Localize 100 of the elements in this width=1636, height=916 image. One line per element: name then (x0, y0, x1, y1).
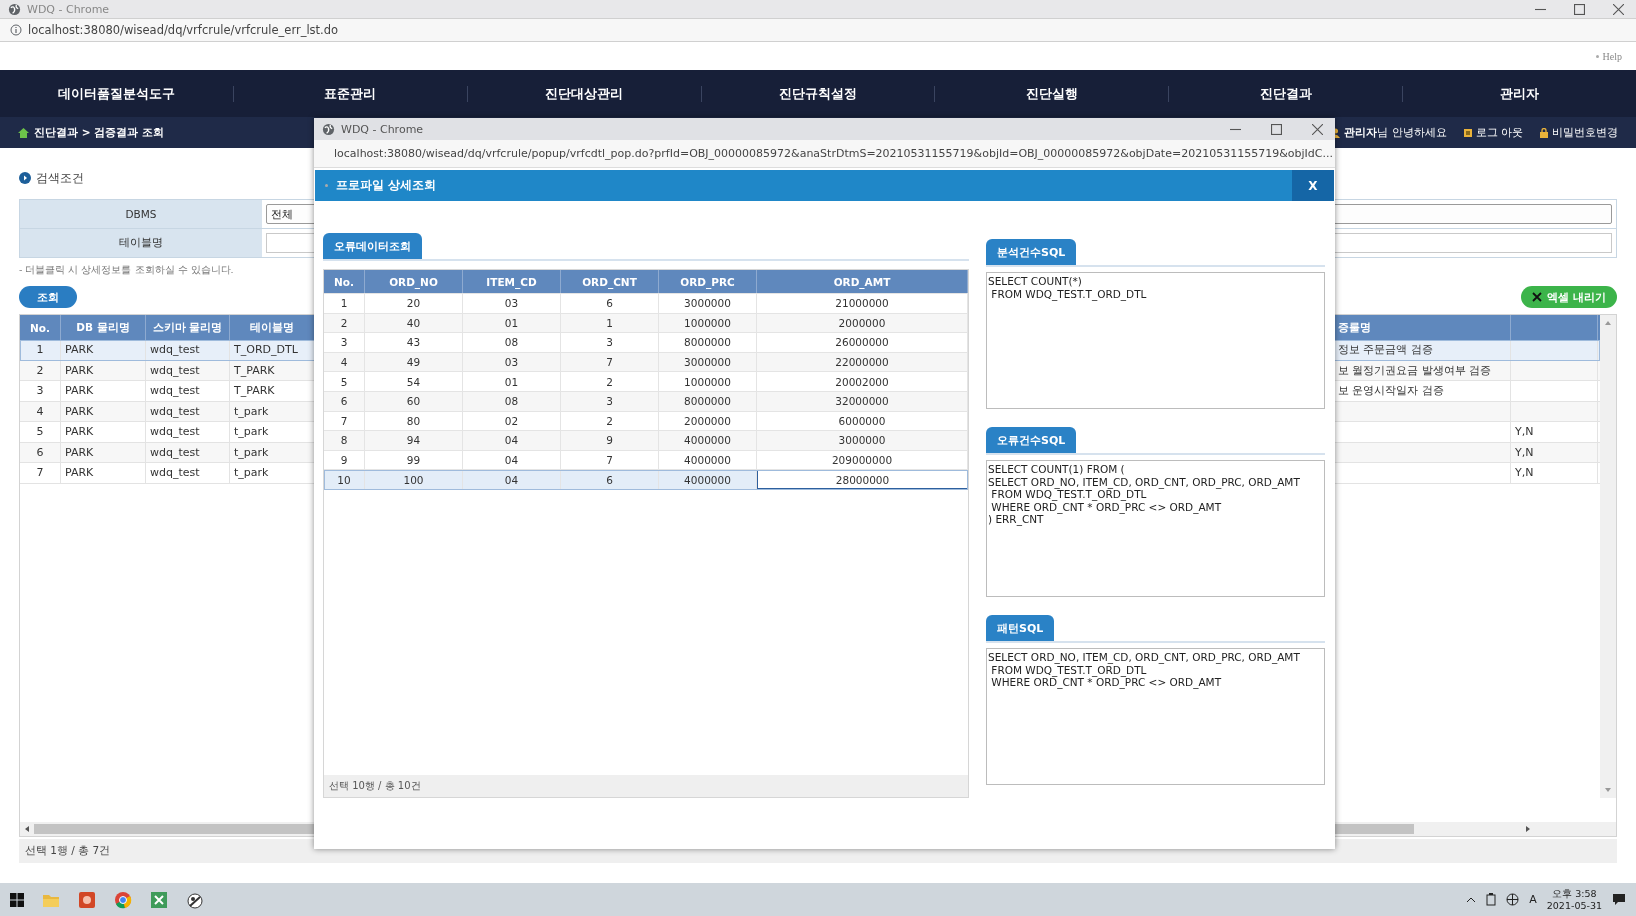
close-icon[interactable] (1613, 3, 1624, 15)
table-cell: wdq_test (146, 340, 230, 360)
table-cell: 80 (365, 411, 463, 431)
table-cell: 1 (324, 294, 365, 313)
lock-icon (1540, 127, 1548, 138)
logout-link[interactable]: 로그 아웃 (1475, 125, 1523, 140)
maximize-icon[interactable] (1574, 3, 1585, 15)
table-row[interactable]: 5 54 01 2 1000000 20002000 (324, 372, 968, 392)
table-cell: 6 (324, 391, 365, 411)
table-cell: 20 (365, 294, 463, 313)
table-cell: 40 (365, 313, 463, 333)
table-cell: 2 (20, 360, 61, 380)
tab[interactable]: 분석건수SQL (986, 239, 1077, 265)
table-cell: 2 (561, 411, 659, 431)
table-cell: 8 (324, 431, 365, 450)
nav-item[interactable]: 진단대상관리 (545, 85, 624, 101)
table-cell: 3 (561, 391, 659, 411)
table-cell: 10 (324, 470, 365, 489)
tab[interactable]: 오류건수SQL (986, 427, 1077, 453)
battery-icon[interactable] (1486, 893, 1497, 906)
notification-icon[interactable] (1612, 893, 1626, 906)
clock[interactable]: 오후 3:58 2021-05-31 (1546, 887, 1602, 912)
browser-icon[interactable] (114, 890, 132, 909)
table-row[interactable]: 6 60 08 3 8000000 32000000 (324, 391, 968, 412)
network-icon[interactable] (1506, 893, 1520, 906)
tab[interactable]: 패턴SQL (986, 615, 1055, 641)
table-cell: 1 (561, 313, 659, 333)
info-icon (10, 24, 22, 36)
table-row[interactable]: 2 40 01 1 1000000 2000000 (324, 313, 968, 334)
table-cell: PARK (61, 360, 146, 380)
nav-item[interactable]: 관리자 (1500, 85, 1540, 101)
address-bar[interactable]: localhost:38080/wisead/dq/vrfcrule/vrfcrule_err_lst.do (28, 23, 339, 37)
help-link[interactable]: Help (1602, 50, 1622, 62)
ime-indicator[interactable]: A (1529, 893, 1537, 906)
bullet-icon (19, 172, 31, 184)
field-label: DBMS (20, 200, 262, 228)
table-cell: wdq_test (146, 381, 230, 401)
table-cell: PARK (61, 422, 146, 442)
table-cell: PARK (61, 381, 146, 401)
app-icon[interactable] (186, 890, 204, 909)
table-cell: 6000000 (757, 411, 968, 431)
table-cell: 6 (561, 294, 659, 313)
table-cell: 43 (365, 333, 463, 352)
column-header[interactable]: No. (324, 270, 365, 293)
table-cell: 1000000 (659, 313, 757, 333)
table-cell: 21000000 (757, 294, 968, 313)
app-logo[interactable]: 데이터품질분석도구 (57, 85, 175, 101)
nav-item[interactable]: 진단규칙설정 (779, 85, 857, 101)
hint-text: - 더블클릭 시 상세정보를 조회하실 수 있습니다. (19, 264, 235, 277)
table-row[interactable]: 3 43 08 3 8000000 26000000 (324, 333, 968, 353)
table-cell: 3 (324, 333, 365, 352)
table-cell: 3000000 (659, 352, 757, 372)
column-header[interactable]: ORD_PRC (659, 270, 757, 293)
column-header[interactable]: ITEM_CD (463, 270, 561, 293)
table-cell: 94 (365, 431, 463, 450)
user-greeting: 관리자님 안녕하세요 (1344, 125, 1447, 140)
table-cell: 32000000 (757, 391, 968, 411)
tab[interactable]: 오류데이터조회 (323, 233, 422, 259)
nav-item[interactable]: 진단실행 (1025, 85, 1078, 101)
globe-icon (8, 2, 21, 16)
nav-item[interactable]: 진단결과 (1259, 85, 1312, 101)
table-cell: 209000000 (757, 450, 968, 470)
table-cell: 5 (324, 372, 365, 391)
table-cell: 6 (20, 442, 61, 462)
column-header[interactable]: ORD_CNT (561, 270, 659, 293)
maximize-icon[interactable] (1271, 123, 1282, 135)
table-cell: 2000000 (659, 411, 757, 431)
sql-textarea[interactable]: SELECT COUNT(1) FROM ( SELECT ORD_NO, ITEM_CD, ORD_CNT, ORD_PRC, ORD_AMT FROM WDQ_TEST.T_ORD_DTL WHERE ORD_CNT * ORD_PRC <> ORD_AMT ) ERR_CNT (986, 460, 1325, 597)
chevron-up-icon[interactable] (1466, 896, 1477, 903)
table-cell: 04 (463, 470, 561, 489)
field-label: 테이블명 (20, 229, 262, 257)
table-cell: 8000000 (659, 391, 757, 411)
table-cell: 8000000 (659, 333, 757, 352)
change-password-link[interactable]: 비밀번호변경 (1552, 125, 1618, 140)
presentation-app-icon[interactable] (78, 890, 96, 909)
table-cell: 99 (365, 450, 463, 470)
table-cell: 03 (463, 352, 561, 372)
close-button[interactable]: X (1292, 170, 1334, 201)
breadcrumb: 진단결과 > 검증결과 조회 (34, 125, 164, 140)
table-row[interactable]: 1 20 03 6 3000000 21000000 (324, 294, 968, 314)
table-cell: 04 (463, 450, 561, 470)
column-header[interactable]: ORD_AMT (757, 270, 968, 293)
start-icon[interactable] (10, 892, 24, 907)
search-button[interactable]: 조회 (19, 286, 77, 308)
table-cell: 1 (20, 340, 61, 360)
spreadsheet-app-icon[interactable] (150, 890, 168, 909)
column-header[interactable]: ORD_NO (365, 270, 463, 293)
table-cell: wdq_test (146, 360, 230, 380)
table-cell: 28000000 (757, 470, 968, 489)
table-row[interactable]: 4 49 03 7 3000000 22000000 (324, 352, 968, 373)
globe-icon (322, 122, 335, 136)
table-row[interactable]: 8 94 04 9 4000000 3000000 (324, 431, 968, 451)
sql-textarea[interactable]: SELECT COUNT(*) FROM WDQ_TEST.T_ORD_DTL (986, 272, 1325, 409)
sql-textarea[interactable]: SELECT ORD_NO, ITEM_CD, ORD_CNT, ORD_PRC, ORD_AMT FROM WDQ_TEST.T_ORD_DTL WHERE ORD_CNT * ORD_PRC <> ORD_AMT (986, 648, 1325, 785)
table-row[interactable]: 10 100 04 6 4000000 28000000 (324, 470, 968, 490)
nav-item[interactable]: 표준관리 (324, 85, 377, 101)
table-cell: 7 (561, 450, 659, 470)
table-cell: 4 (324, 352, 365, 372)
close-icon[interactable] (1312, 123, 1323, 135)
table-cell: PARK (61, 463, 146, 483)
